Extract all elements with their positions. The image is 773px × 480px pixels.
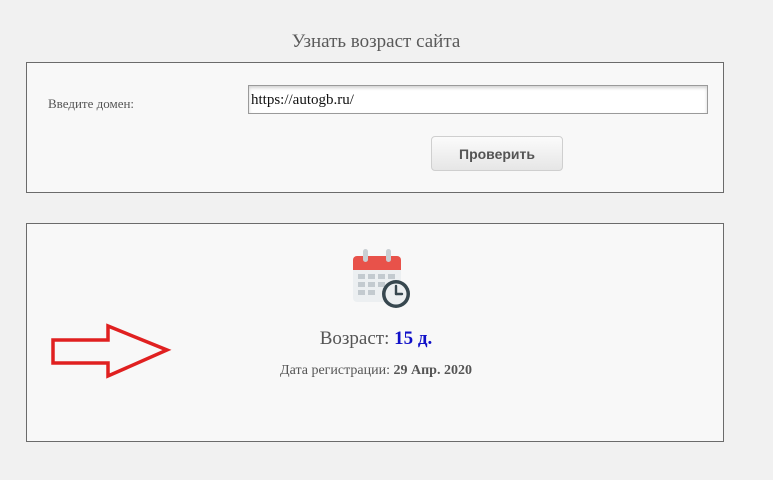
age-label: Возраст: [319, 328, 395, 349]
calendar-clock-icon [353, 249, 410, 308]
domain-input[interactable] [248, 85, 708, 114]
registration-date: 29 Апр. 2020 [393, 363, 472, 378]
registration-label: Дата регистрации: [280, 363, 394, 378]
page-title: Узнать возраст сайта [291, 31, 461, 52]
domain-form-panel: Введите домен: Проверить [26, 62, 724, 193]
age-value: 15 д. [394, 328, 433, 349]
check-button[interactable]: Проверить [431, 136, 563, 171]
red-arrow-icon [51, 323, 172, 379]
domain-label: Введите домен: [48, 96, 135, 111]
